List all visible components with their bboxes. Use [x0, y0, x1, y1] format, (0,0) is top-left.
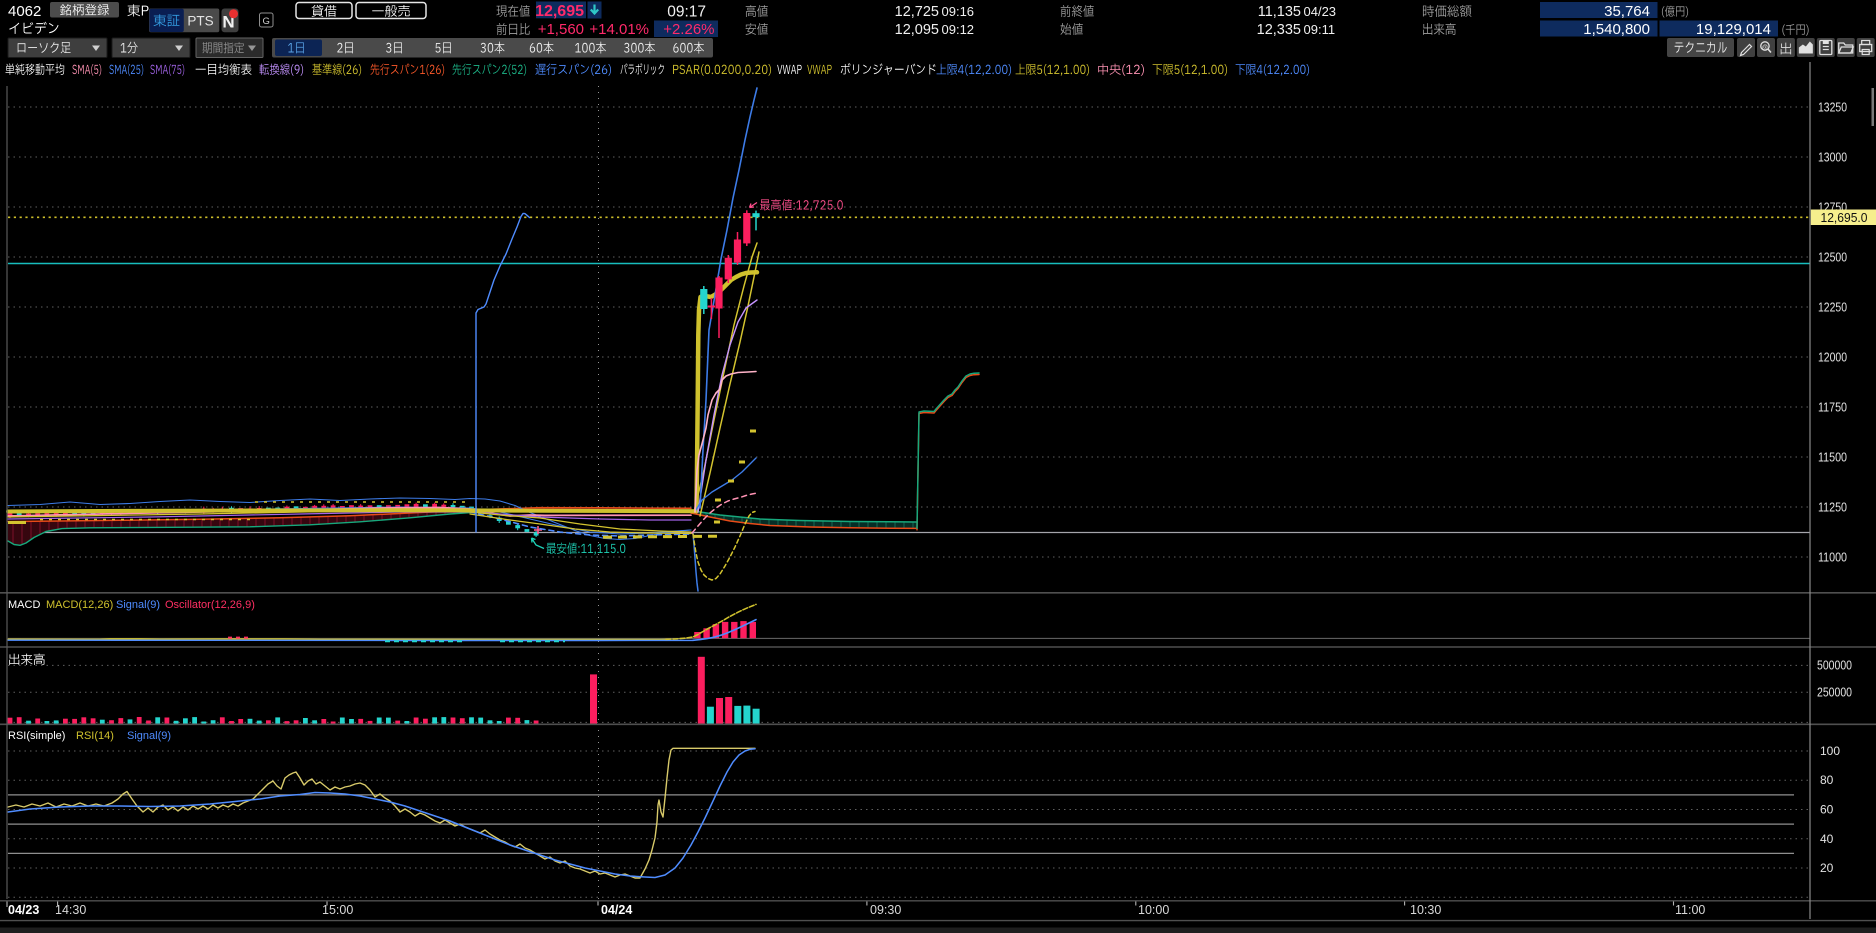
svg-text:+1,560: +1,560: [538, 21, 584, 38]
svg-text:09:16: 09:16: [942, 4, 975, 19]
svg-text:19,129,014: 19,129,014: [1696, 21, 1771, 38]
svg-text:40: 40: [1820, 832, 1834, 846]
svg-text:11500: 11500: [1818, 450, 1847, 465]
svg-text:4062: 4062: [8, 3, 41, 20]
svg-text:RSI(14): RSI(14): [76, 730, 114, 742]
svg-text:Signal(9): Signal(9): [127, 730, 171, 742]
svg-text:MACD: MACD: [8, 599, 40, 611]
svg-text:11:00: 11:00: [1675, 903, 1705, 917]
svg-text:Oscillator(12,26,9): Oscillator(12,26,9): [165, 599, 255, 611]
svg-text:12,695.0: 12,695.0: [1821, 210, 1868, 225]
svg-text:12000: 12000: [1818, 350, 1847, 365]
svg-text:09:11: 09:11: [1304, 22, 1336, 37]
svg-text:04/23: 04/23: [1304, 4, 1337, 19]
svg-text:04/23: 04/23: [8, 903, 39, 917]
svg-text:10:30: 10:30: [1410, 903, 1441, 917]
svg-text:12,335: 12,335: [1257, 22, 1301, 38]
svg-text:11000: 11000: [1818, 550, 1847, 565]
svg-text:Signal(9): Signal(9): [116, 599, 160, 611]
svg-text:09:12: 09:12: [942, 22, 975, 37]
svg-text:11,135: 11,135: [1258, 4, 1301, 20]
svg-text:@: @: [1762, 45, 1768, 51]
svg-text:RSI(simple): RSI(simple): [8, 730, 65, 742]
svg-text:10:00: 10:00: [1138, 903, 1169, 917]
svg-text:PTS: PTS: [187, 14, 213, 29]
svg-text:60: 60: [1820, 803, 1834, 817]
svg-text:250000: 250000: [1817, 686, 1852, 700]
svg-text:G: G: [263, 16, 270, 27]
svg-text:12,695: 12,695: [535, 3, 584, 20]
svg-text:MACD(12,26): MACD(12,26): [46, 599, 113, 611]
svg-text:04/24: 04/24: [601, 903, 632, 917]
svg-text:+14.01%: +14.01%: [589, 21, 649, 38]
svg-text:14:30: 14:30: [55, 903, 86, 917]
svg-text:1,540,800: 1,540,800: [1583, 21, 1650, 38]
svg-text:12,725: 12,725: [895, 4, 939, 20]
svg-text:80: 80: [1820, 773, 1834, 787]
svg-text:20: 20: [1820, 861, 1834, 875]
svg-text:11750: 11750: [1818, 400, 1847, 415]
svg-text:13000: 13000: [1818, 150, 1847, 165]
svg-text:09:17: 09:17: [667, 4, 706, 21]
svg-text:11250: 11250: [1818, 500, 1847, 515]
svg-text:12250: 12250: [1818, 300, 1847, 315]
svg-text:12500: 12500: [1818, 250, 1847, 265]
svg-text:+2.26%: +2.26%: [663, 21, 714, 38]
svg-text:12,095: 12,095: [895, 22, 939, 38]
svg-text:13250: 13250: [1818, 100, 1847, 115]
svg-text:100: 100: [1820, 744, 1840, 758]
svg-text:09:30: 09:30: [870, 903, 901, 917]
svg-text:500000: 500000: [1817, 659, 1852, 673]
svg-text:35,764: 35,764: [1604, 3, 1650, 20]
